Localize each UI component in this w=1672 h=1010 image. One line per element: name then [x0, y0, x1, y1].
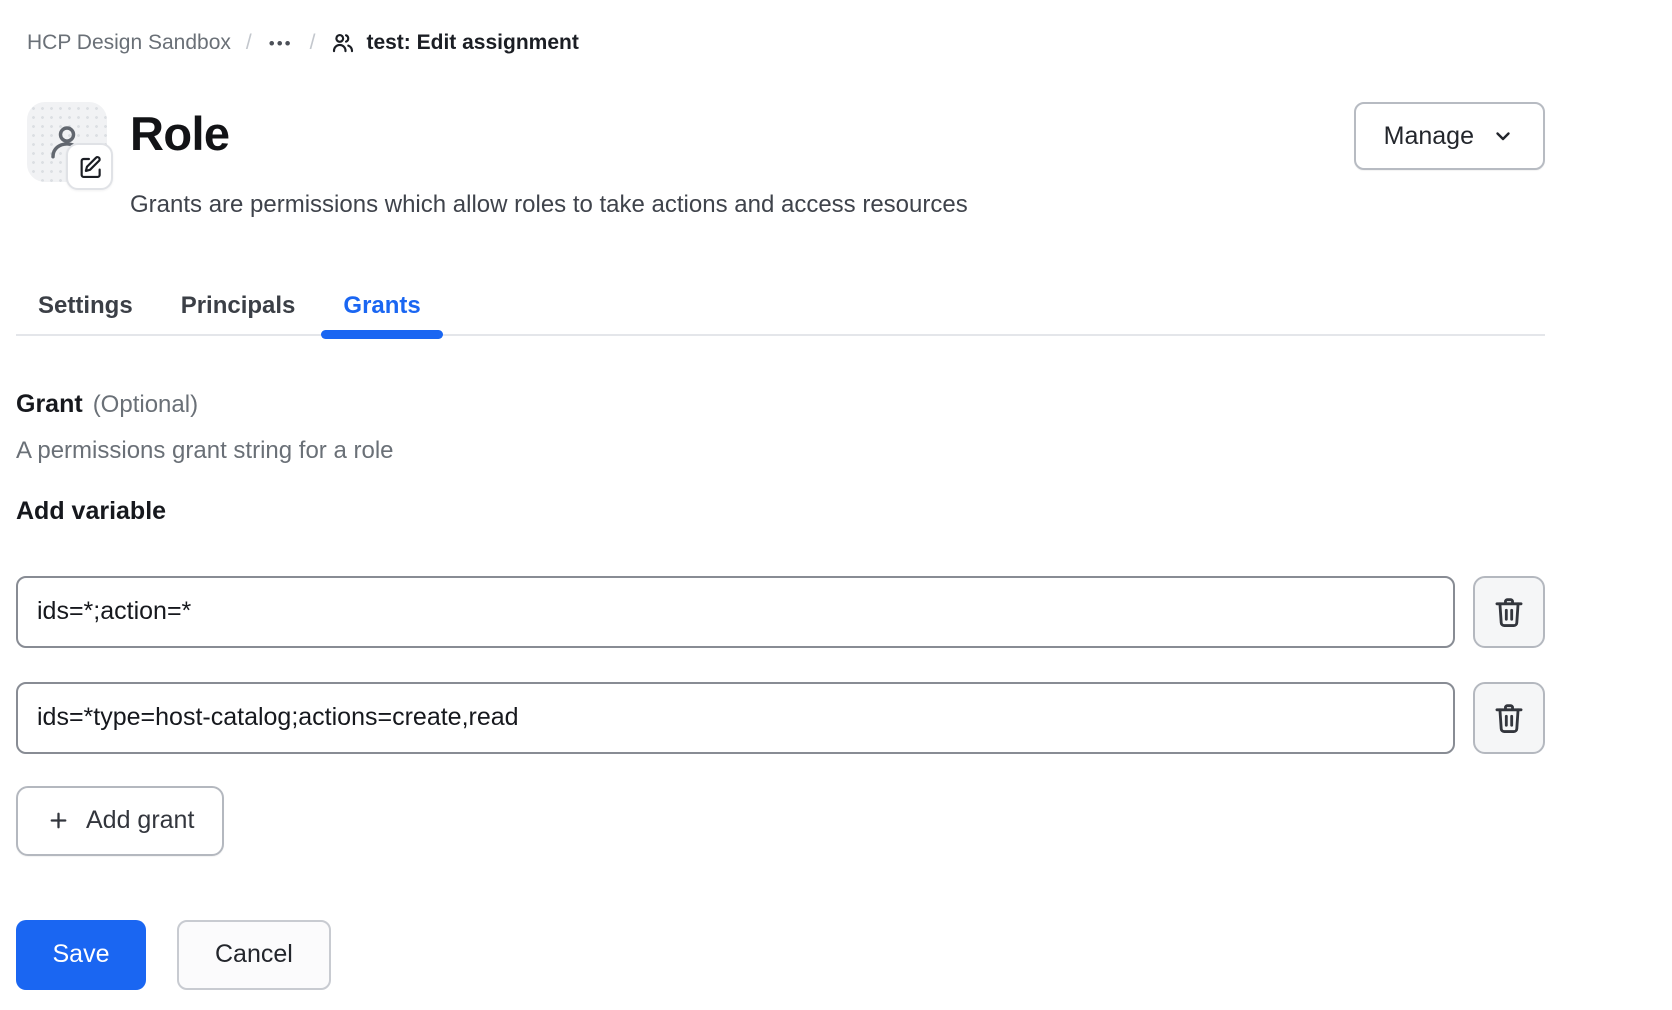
- delete-grant-button-1[interactable]: [1473, 576, 1545, 648]
- grant-field-label: Grant (Optional): [16, 390, 1545, 419]
- trash-icon: [1492, 701, 1526, 735]
- tab-settings[interactable]: Settings: [16, 280, 155, 334]
- edit-pencil-icon: [77, 154, 103, 180]
- grant-optional-label: (Optional): [93, 391, 198, 419]
- breadcrumb-separator: /: [310, 31, 316, 55]
- cancel-button[interactable]: Cancel: [177, 920, 331, 990]
- page-subtitle: Grants are permissions which allow roles…: [130, 191, 1354, 220]
- breadcrumb-current-label: test: Edit assignment: [366, 31, 578, 55]
- tab-grants[interactable]: Grants: [321, 280, 442, 334]
- role-avatar-wrap: [27, 102, 107, 182]
- grant-helper-text: A permissions grant string for a role: [16, 437, 1545, 465]
- breadcrumb-org-link[interactable]: HCP Design Sandbox: [27, 31, 231, 55]
- trash-icon: [1492, 595, 1526, 629]
- page-title: Role: [130, 107, 1354, 161]
- grant-row: [16, 576, 1545, 648]
- manage-button-label: Manage: [1384, 122, 1474, 151]
- plus-icon: [46, 808, 71, 833]
- breadcrumb-collapsed-button[interactable]: •••: [267, 35, 295, 52]
- add-variable-label: Add variable: [16, 497, 1545, 526]
- breadcrumb: HCP Design Sandbox / ••• / test: Edit as…: [27, 30, 1545, 56]
- grant-input-1[interactable]: [16, 576, 1455, 648]
- users-icon: [330, 30, 356, 56]
- add-grant-button-label: Add grant: [86, 806, 194, 835]
- save-button[interactable]: Save: [16, 920, 146, 990]
- grants-panel: Grant (Optional) A permissions grant str…: [16, 390, 1545, 990]
- breadcrumb-current: test: Edit assignment: [330, 30, 578, 56]
- breadcrumb-separator: /: [246, 31, 252, 55]
- edit-avatar-button[interactable]: [66, 143, 113, 190]
- chevron-down-icon: [1491, 124, 1515, 148]
- title-block: Role Grants are permissions which allow …: [130, 102, 1354, 220]
- page-header: Role Grants are permissions which allow …: [27, 102, 1545, 220]
- grant-label: Grant: [16, 390, 83, 419]
- manage-dropdown-button[interactable]: Manage: [1354, 102, 1545, 170]
- add-grant-button[interactable]: Add grant: [16, 786, 224, 856]
- tab-principals[interactable]: Principals: [159, 280, 318, 334]
- grant-input-2[interactable]: [16, 682, 1455, 754]
- tab-bar: Settings Principals Grants: [16, 280, 1545, 336]
- form-actions: Save Cancel: [16, 920, 1545, 990]
- role-edit-page: HCP Design Sandbox / ••• / test: Edit as…: [0, 0, 1672, 990]
- delete-grant-button-2[interactable]: [1473, 682, 1545, 754]
- grant-row: [16, 682, 1545, 754]
